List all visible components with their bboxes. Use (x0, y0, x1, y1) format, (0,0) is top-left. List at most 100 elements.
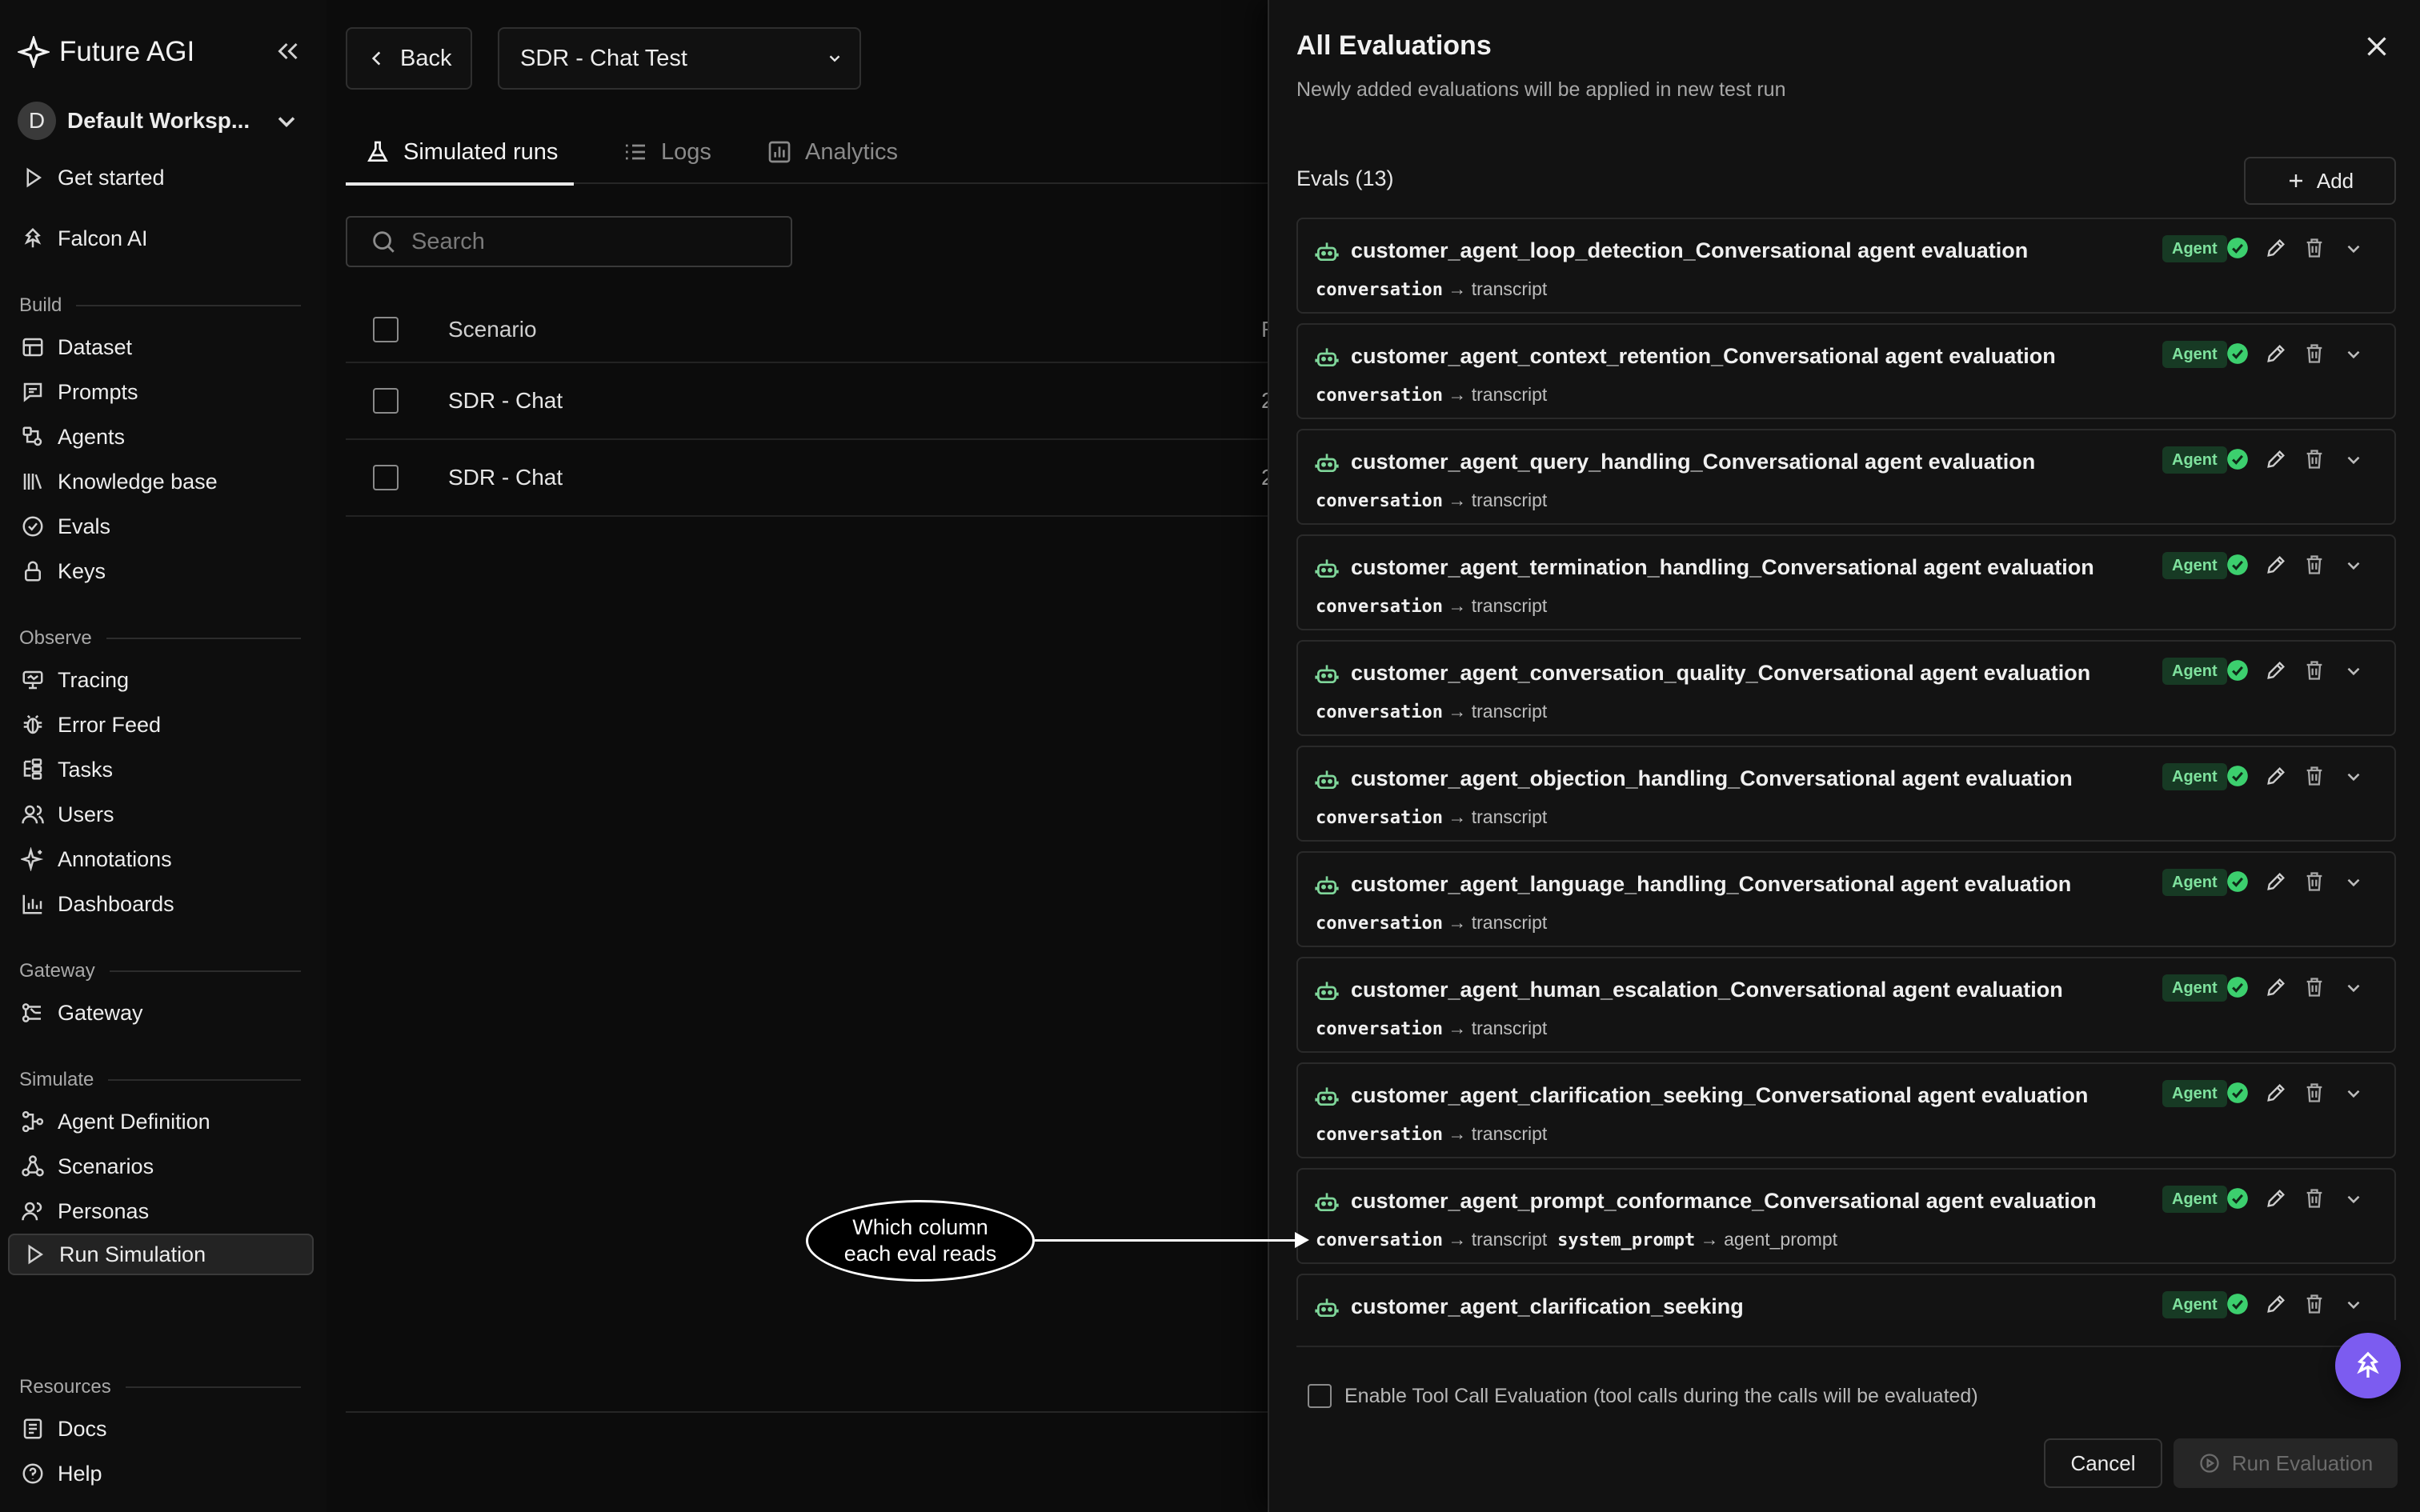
search-input[interactable] (411, 228, 763, 255)
sidebar-item-gateway[interactable]: Gateway (8, 992, 314, 1034)
sidebar-item-scenarios[interactable]: Scenarios (8, 1146, 314, 1187)
chevron-down-icon[interactable] (2343, 978, 2364, 998)
row-checkbox[interactable] (373, 465, 399, 490)
add-eval-button[interactable]: Add (2244, 157, 2396, 205)
play-icon (26, 167, 42, 188)
sidebar-item-keys[interactable]: Keys (8, 550, 314, 592)
sidebar-item-get-started[interactable]: Get started (8, 157, 314, 198)
eval-card[interactable]: customer_agent_prompt_conformance_Conver… (1296, 1168, 2396, 1264)
brand-logo[interactable]: Future AGI (18, 32, 194, 72)
trash-icon[interactable] (2303, 1187, 2326, 1210)
sidebar-item-tasks[interactable]: Tasks (8, 749, 314, 790)
sidebar-item-agent-definition[interactable]: Agent Definition (8, 1101, 314, 1142)
edit-icon[interactable] (2265, 237, 2287, 259)
trash-icon[interactable] (2303, 765, 2326, 787)
eval-name: customer_agent_context_retention_Convers… (1351, 344, 2056, 368)
mapping-key: conversation (1316, 386, 1443, 406)
trash-icon[interactable] (2303, 448, 2326, 470)
eval-card[interactable]: customer_agent_objection_handling_Conver… (1296, 746, 2396, 842)
edit-icon[interactable] (2265, 448, 2287, 470)
chevron-down-icon[interactable] (2343, 872, 2364, 893)
back-label: Back (400, 45, 452, 71)
tool-call-checkbox[interactable] (1308, 1384, 1332, 1408)
chevron-down-icon[interactable] (2343, 1083, 2364, 1104)
table-row[interactable]: SDR - Chat 20 (346, 363, 1286, 440)
tool-call-evaluation-toggle[interactable]: Enable Tool Call Evaluation (tool calls … (1308, 1384, 1978, 1408)
falcon-assistant-button[interactable] (2335, 1333, 2401, 1398)
sidebar-item-dataset[interactable]: Dataset (8, 326, 314, 368)
chevron-down-icon[interactable] (2343, 1189, 2364, 1210)
check-circle-icon (2226, 448, 2249, 470)
trash-icon[interactable] (2303, 1082, 2326, 1104)
row-checkbox[interactable] (373, 388, 399, 414)
agent-badge: Agent (2162, 446, 2227, 474)
edit-icon[interactable] (2265, 870, 2287, 893)
eval-card[interactable]: customer_agent_context_retention_Convers… (1296, 323, 2396, 419)
eval-card[interactable]: customer_agent_clarification_seeking Agen… (1296, 1274, 2396, 1320)
tab-simulated-runs[interactable]: Simulated runs (346, 120, 575, 186)
edit-icon[interactable] (2265, 1293, 2287, 1315)
sidebar-item-falcon-ai[interactable]: Falcon AI (8, 218, 314, 259)
eval-card[interactable]: customer_agent_conversation_quality_Conv… (1296, 640, 2396, 736)
eval-list[interactable]: customer_agent_loop_detection_Conversati… (1296, 218, 2396, 1320)
eval-card[interactable]: customer_agent_human_escalation_Conversa… (1296, 957, 2396, 1053)
edit-icon[interactable] (2265, 659, 2287, 682)
search-box[interactable] (346, 216, 792, 267)
sidebar-item-evals[interactable]: Evals (8, 506, 314, 547)
chevron-down-icon[interactable] (2343, 555, 2364, 576)
back-button[interactable]: Back (346, 27, 472, 90)
test-select[interactable]: SDR - Chat Test (498, 27, 861, 90)
sidebar-item-users[interactable]: Users (8, 794, 314, 835)
edit-icon[interactable] (2265, 976, 2287, 998)
trash-icon[interactable] (2303, 237, 2326, 259)
trash-icon[interactable] (2303, 976, 2326, 998)
sidebar-item-docs[interactable]: Docs (8, 1408, 314, 1450)
sidebar-item-dashboards[interactable]: Dashboards (8, 883, 314, 925)
chevron-down-icon[interactable] (2343, 1294, 2364, 1315)
edit-icon[interactable] (2265, 1082, 2287, 1104)
eval-name: customer_agent_query_handling_Conversati… (1351, 450, 2036, 474)
workspace-switcher[interactable]: D Default Worksp... (18, 101, 250, 141)
tab-analytics[interactable]: Analytics (767, 120, 898, 184)
eval-card[interactable]: customer_agent_loop_detection_Conversati… (1296, 218, 2396, 314)
eval-card[interactable]: customer_agent_termination_handling_Conv… (1296, 534, 2396, 630)
chevron-down-icon[interactable] (2343, 450, 2364, 470)
collapse-sidebar-icon[interactable] (274, 37, 302, 66)
eval-card[interactable]: customer_agent_clarification_seeking_Con… (1296, 1062, 2396, 1158)
chevron-down-icon[interactable] (2343, 344, 2364, 365)
trash-icon[interactable] (2303, 554, 2326, 576)
select-all-checkbox[interactable] (373, 317, 399, 342)
edit-icon[interactable] (2265, 554, 2287, 576)
sidebar-item-help[interactable]: Help (8, 1453, 314, 1494)
column-header-scenario[interactable]: Scenario (448, 317, 537, 342)
evals-count: Evals (13) (1296, 166, 1394, 190)
close-icon[interactable] (2362, 32, 2391, 61)
eval-card[interactable]: customer_agent_language_handling_Convers… (1296, 851, 2396, 947)
sidebar-item-prompts[interactable]: Prompts (8, 371, 314, 413)
agent-badge: Agent (2162, 341, 2227, 368)
table-row[interactable]: SDR - Chat 20 (346, 440, 1286, 517)
trash-icon[interactable] (2303, 1293, 2326, 1315)
trash-icon[interactable] (2303, 659, 2326, 682)
sidebar-item-knowledge-base[interactable]: Knowledge base (8, 461, 314, 502)
cancel-button[interactable]: Cancel (2044, 1438, 2162, 1488)
eval-card[interactable]: customer_agent_query_handling_Conversati… (1296, 429, 2396, 525)
edit-icon[interactable] (2265, 1187, 2287, 1210)
edit-icon[interactable] (2265, 342, 2287, 365)
sidebar-item-agents[interactable]: Agents (8, 416, 314, 458)
sidebar-item-tracing[interactable]: Tracing (8, 659, 314, 701)
chevron-down-icon[interactable] (2343, 238, 2364, 259)
sidebar-item-annotations[interactable]: Annotations (8, 838, 314, 880)
sidebar-item-error-feed[interactable]: Error Feed (8, 704, 314, 746)
chevron-down-icon[interactable] (2343, 661, 2364, 682)
run-evaluation-button[interactable]: Run Evaluation (2174, 1438, 2398, 1488)
tab-logs[interactable]: Logs (623, 120, 711, 184)
sidebar-item-personas[interactable]: Personas (8, 1190, 314, 1232)
edit-icon[interactable] (2265, 765, 2287, 787)
divider (346, 1411, 1268, 1413)
chevron-down-icon[interactable] (272, 107, 301, 136)
trash-icon[interactable] (2303, 342, 2326, 365)
trash-icon[interactable] (2303, 870, 2326, 893)
sidebar-item-run-simulation[interactable]: Run Simulation (8, 1234, 314, 1275)
chevron-down-icon[interactable] (2343, 766, 2364, 787)
